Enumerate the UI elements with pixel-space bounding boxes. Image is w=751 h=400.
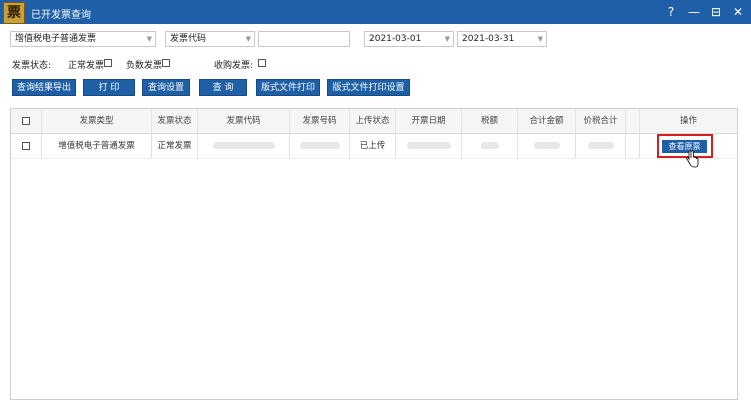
negative-invoice-checkbox[interactable] [162, 59, 170, 67]
redacted-value [480, 142, 499, 149]
invoice-type-value: 增值税电子普通发票 [15, 34, 97, 44]
minimize-icon[interactable]: — [686, 4, 702, 20]
cell-invoice-status: 正常发票 [152, 134, 198, 158]
header-invoice-type[interactable]: 发票类型 [42, 109, 152, 133]
redacted-value [587, 142, 614, 149]
code-input[interactable] [258, 31, 350, 47]
chevron-down-icon: ▼ [245, 35, 251, 43]
normal-invoice-checkbox[interactable] [104, 59, 112, 67]
header-upload-status[interactable]: 上传状态 [350, 109, 396, 133]
invoice-app-icon: 票 [3, 2, 25, 24]
row-select-cell [11, 134, 42, 158]
query-button[interactable]: 查 询 [199, 79, 247, 96]
print-button[interactable]: 打 印 [83, 79, 135, 96]
invoice-table: 发票类型 发票状态 发票代码 发票号码 上传状态 开票日期 税额 合计金额 价税… [10, 108, 738, 400]
select-all-checkbox[interactable] [22, 117, 30, 125]
negative-invoice-label: 负数发票 [126, 61, 163, 71]
title-bar: 票 已开发票查询 ? — ⊟ ✕ [0, 0, 751, 24]
close-icon[interactable]: ✕ [730, 4, 746, 20]
header-action: 操作 [679, 116, 697, 126]
header-invoice-status[interactable]: 发票状态 [152, 109, 198, 133]
date-from-select[interactable]: 2021-03-01 ▼ [364, 31, 454, 47]
header-invoice-code[interactable]: 发票代码 [198, 109, 290, 133]
table-row[interactable]: 增值税电子普通发票 正常发票 已上传 [11, 134, 737, 159]
invoice-status-label: 发票状态: [12, 61, 52, 71]
help-icon[interactable]: ? [663, 4, 679, 20]
cell-hidden-column [626, 134, 640, 158]
chevron-down-icon: ▼ [444, 35, 450, 43]
table-header: 发票类型 发票状态 发票代码 发票号码 上传状态 开票日期 税额 合计金额 价税… [11, 109, 737, 134]
row-select-checkbox[interactable] [22, 142, 30, 150]
header-total-with-tax[interactable]: 价税合计 [576, 109, 626, 133]
cell-invoice-code [198, 134, 290, 158]
normal-invoice-label: 正常发票 [68, 61, 105, 71]
redacted-value [212, 142, 275, 149]
code-type-value: 发票代码 [170, 34, 207, 44]
query-settings-button[interactable]: 查询设置 [142, 79, 190, 96]
redacted-value [299, 142, 340, 149]
header-total-amount[interactable]: 合计金额 [518, 109, 576, 133]
cell-tax-amount [462, 134, 518, 158]
cell-total-with-tax [576, 134, 626, 158]
header-issue-date[interactable]: 开票日期 [396, 109, 462, 133]
select-all-cell [11, 109, 42, 133]
window-title: 已开发票查询 [31, 10, 91, 21]
header-hidden-column [626, 109, 640, 133]
code-type-select[interactable]: 发票代码 ▼ [165, 31, 255, 47]
date-from-value: 2021-03-01 [369, 34, 422, 44]
cell-invoice-type: 增值税电子普通发票 [42, 134, 152, 158]
date-to-value: 2021-03-31 [462, 34, 515, 44]
cell-total-amount [518, 134, 576, 158]
restore-icon[interactable]: ⊟ [708, 4, 724, 20]
collected-invoice-checkbox[interactable] [258, 59, 266, 67]
layout-file-print-button[interactable]: 版式文件打印 [256, 79, 320, 96]
header-invoice-number[interactable]: 发票号码 [290, 109, 350, 133]
cell-invoice-number [290, 134, 350, 158]
collected-invoice-label: 收购发票: [214, 61, 254, 71]
hand-cursor-icon [686, 150, 699, 168]
cell-upload-status: 已上传 [350, 134, 396, 158]
chevron-down-icon: ▼ [537, 35, 543, 43]
chevron-down-icon: ▼ [146, 35, 152, 43]
redacted-value [533, 142, 560, 149]
redacted-value [406, 142, 451, 149]
layout-file-print-settings-button[interactable]: 版式文件打印设置 [327, 79, 410, 96]
invoice-type-select[interactable]: 增值税电子普通发票 ▼ [10, 31, 156, 47]
date-to-select[interactable]: 2021-03-31 ▼ [457, 31, 547, 47]
export-results-button[interactable]: 查询结果导出 [12, 79, 76, 96]
cell-issue-date [396, 134, 462, 158]
header-tax-amount[interactable]: 税额 [462, 109, 518, 133]
